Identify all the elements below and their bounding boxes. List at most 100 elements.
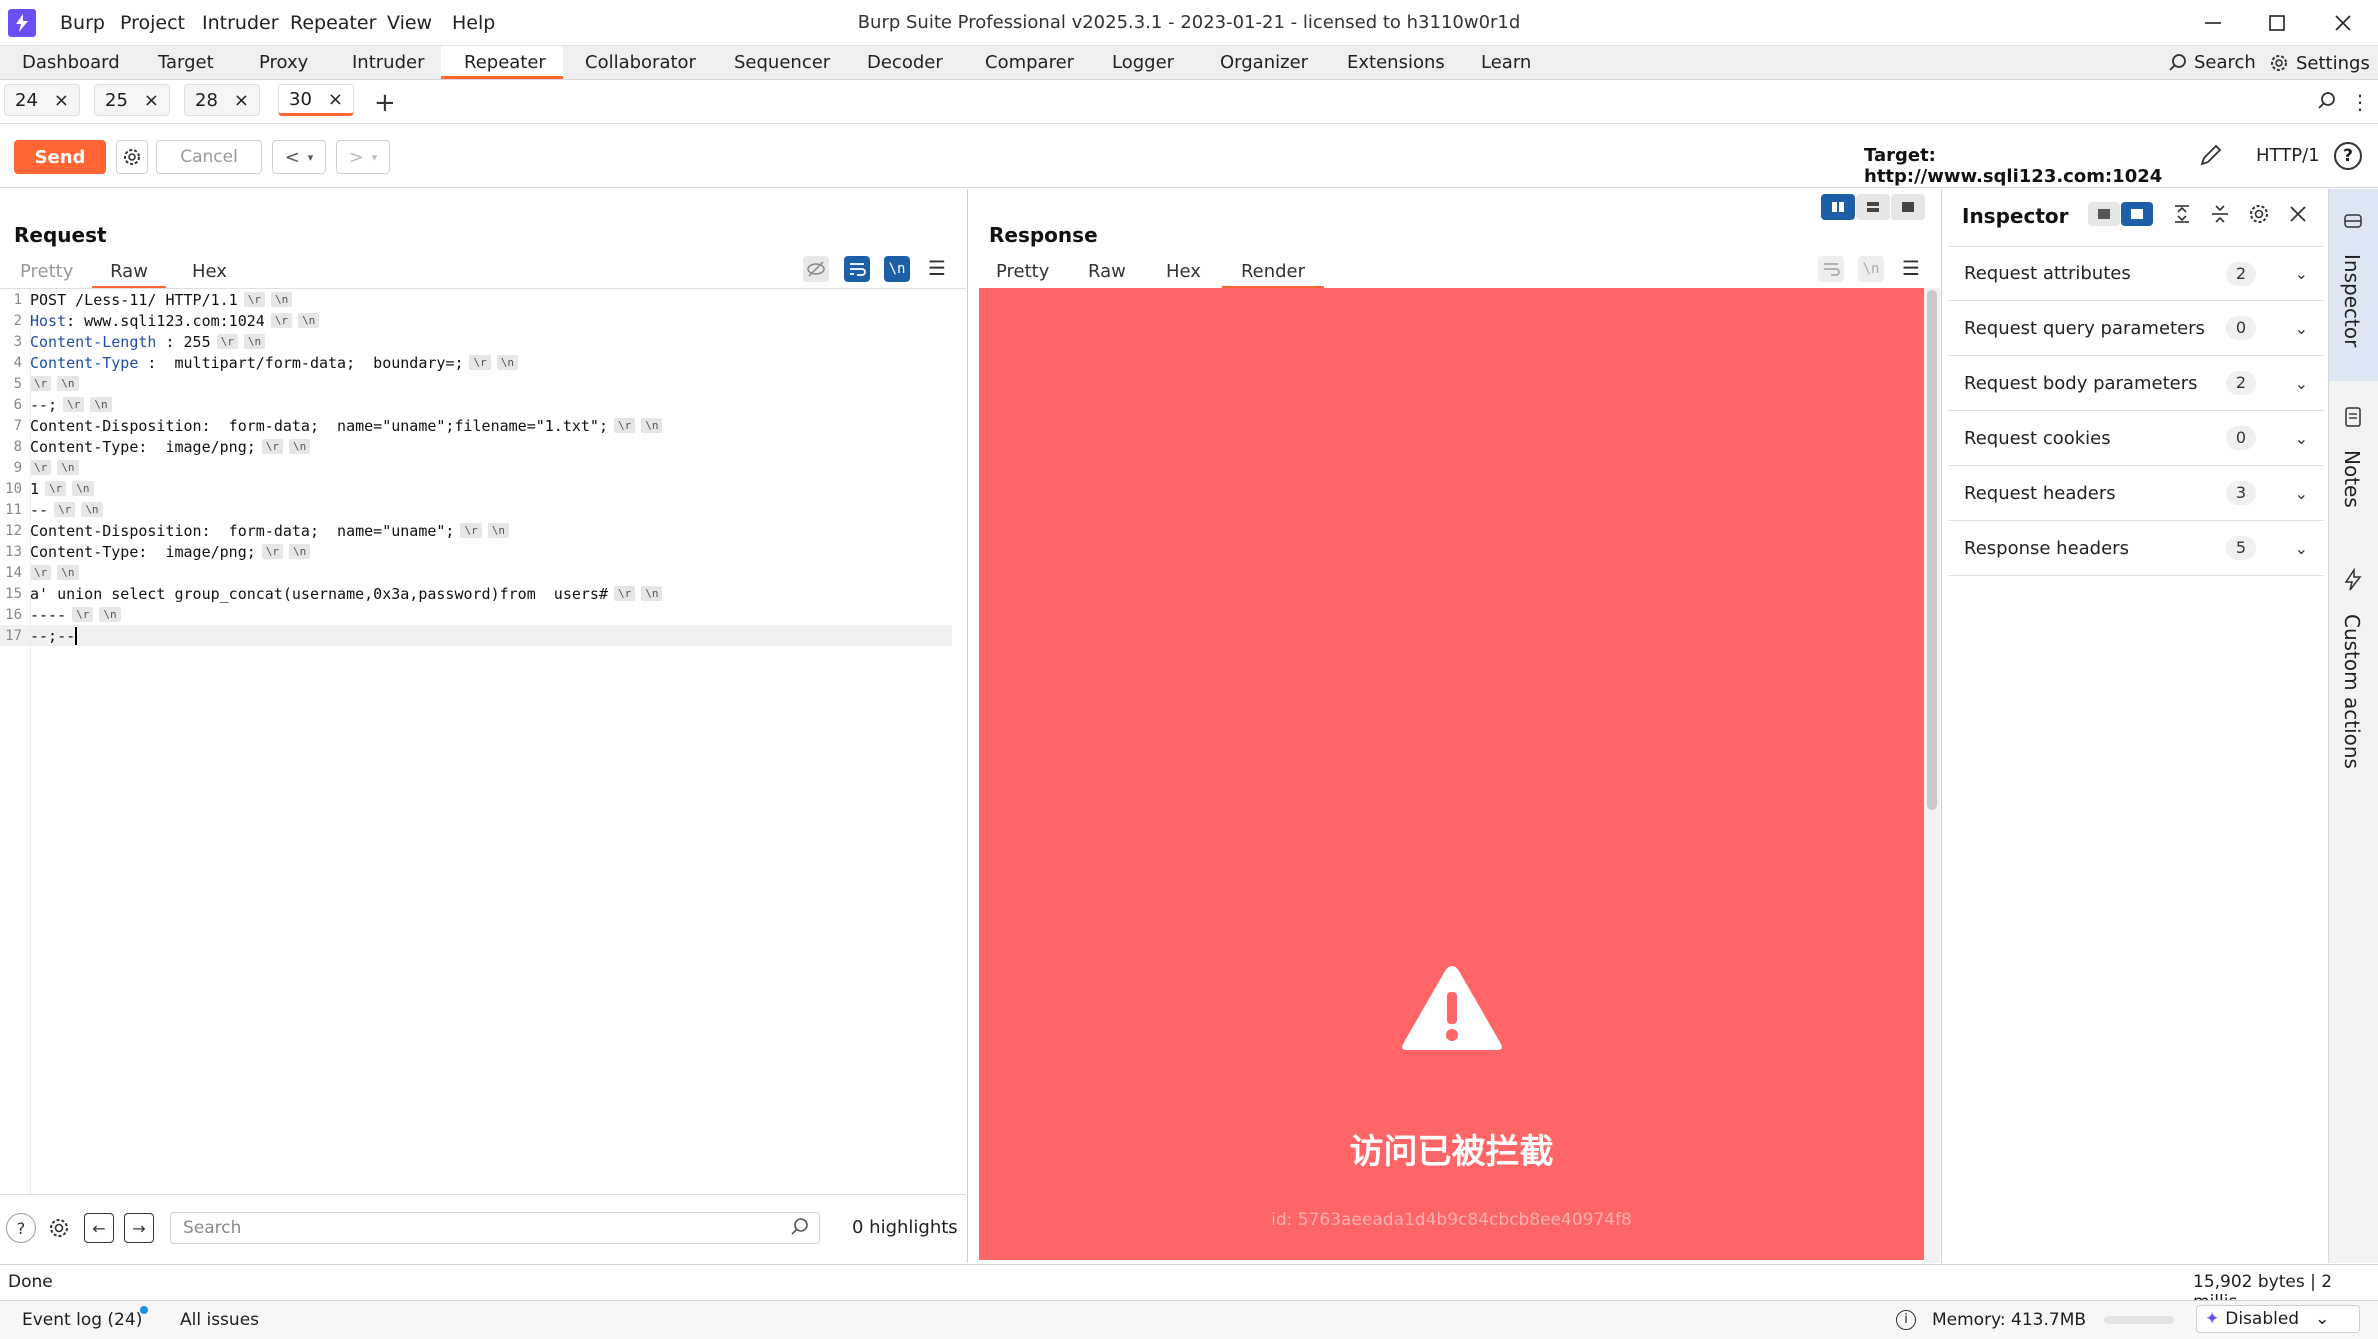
layout-tabs-icon[interactable] (1891, 194, 1925, 220)
tab-repeater[interactable]: Repeater (464, 52, 546, 73)
editor-line: 5 \r \n (0, 373, 952, 394)
chevron-left-icon: < (284, 146, 300, 168)
notes-icon (2342, 406, 2364, 428)
add-tab-icon[interactable]: + (374, 88, 396, 118)
minimize-icon[interactable] (2200, 10, 2226, 36)
editor-line: 4 Content-Type : multipart/form-data; bou… (0, 352, 952, 373)
info-icon[interactable]: i (1896, 1310, 1916, 1330)
layout-split-horizontal-icon[interactable] (1856, 194, 1890, 220)
inspector-row-request-attributes[interactable]: Request attributes 2 ⌄ (1948, 246, 2324, 301)
global-search-button[interactable]: Search (2168, 52, 2256, 73)
repeater-tab-bar (0, 80, 2378, 124)
close-icon[interactable]: × (54, 90, 69, 111)
response-scroll-thumb[interactable] (1927, 290, 1937, 810)
side-rail-custom-actions-label[interactable]: Custom actions (2340, 614, 2364, 769)
request-tab-pretty[interactable]: Pretty (20, 261, 73, 282)
back-history-button[interactable]: < ▾ (272, 140, 326, 174)
show-newlines-icon[interactable]: \n (884, 256, 910, 282)
send-settings-gear-icon[interactable] (116, 140, 148, 174)
tab-logger[interactable]: Logger (1112, 52, 1174, 73)
editor-line: 12 Content-Disposition: form-data; name="… (0, 520, 952, 541)
inspector-row-response-headers[interactable]: Response headers 5 ⌄ (1948, 521, 2324, 576)
response-tab-pretty[interactable]: Pretty (996, 261, 1049, 282)
side-rail-inspector-label[interactable]: Inspector (2340, 254, 2364, 347)
help-icon[interactable]: ? (6, 1213, 36, 1243)
settings-button[interactable]: Settings (2268, 52, 2370, 74)
inspector-row-request-query-parameters[interactable]: Request query parameters 0 ⌄ (1948, 301, 2324, 356)
repeater-tab-active[interactable]: 30 × (278, 84, 354, 116)
side-rail-notes-label[interactable]: Notes (2340, 450, 2364, 508)
show-newlines-icon[interactable]: \n (1858, 256, 1884, 282)
blocked-heading: 访问已被拦截 (1349, 1132, 1554, 1172)
tab-intruder[interactable]: Intruder (352, 52, 424, 73)
forward-history-button[interactable]: > ▾ (336, 140, 390, 174)
request-tab-raw[interactable]: Raw (92, 261, 166, 289)
response-tab-hex[interactable]: Hex (1166, 261, 1201, 282)
close-icon[interactable]: × (234, 90, 249, 111)
arrow-right-icon[interactable]: → (124, 1213, 154, 1243)
inspector-icon (2342, 210, 2364, 232)
inspector-layout-list-icon[interactable] (2088, 202, 2120, 226)
ai-status-dropdown[interactable]: ✦ Disabled ⌄ (2196, 1305, 2360, 1333)
all-issues-link[interactable]: All issues (180, 1310, 259, 1330)
tab-collaborator[interactable]: Collaborator (585, 52, 696, 73)
chevron-down-icon: ⌄ (2294, 373, 2308, 393)
repeater-tab[interactable]: 28 × (184, 84, 260, 116)
request-editor[interactable]: 1 POST /Less-11/ HTTP/1.1 \r \n 2 Host: www.… (0, 289, 968, 1194)
text-cursor (75, 626, 78, 645)
close-icon[interactable] (2286, 202, 2310, 226)
inspector-layout-split-icon[interactable] (2121, 202, 2153, 226)
gear-icon[interactable] (2246, 201, 2272, 227)
inspector-row-label: Response headers (1964, 537, 2129, 559)
tab-dashboard[interactable]: Dashboard (22, 52, 120, 73)
gear-icon[interactable] (44, 1213, 74, 1243)
tab-decoder[interactable]: Decoder (867, 52, 943, 73)
inspector-row-label: Request query parameters (1964, 317, 2205, 339)
tab-target[interactable]: Target (158, 52, 214, 73)
tab-extensions[interactable]: Extensions (1347, 52, 1445, 73)
repeater-tab[interactable]: 25 × (94, 84, 170, 116)
chevron-down-icon: ⌄ (2315, 1309, 2330, 1329)
inspector-row-count: 5 (2226, 536, 2256, 560)
close-window-icon[interactable] (2330, 10, 2356, 36)
response-tab-raw[interactable]: Raw (1088, 261, 1126, 282)
highlights-count: 0 highlights (852, 1217, 958, 1238)
notification-dot (140, 1306, 148, 1314)
repeater-tab[interactable]: 24 × (4, 84, 80, 116)
hamburger-menu-icon[interactable]: ☰ (928, 256, 946, 280)
cancel-button[interactable]: Cancel (156, 140, 262, 174)
http-version-toggle[interactable]: HTTP/1 (2256, 145, 2320, 166)
inspector-row-request-headers[interactable]: Request headers 3 ⌄ (1948, 466, 2324, 521)
tab-comparer[interactable]: Comparer (985, 52, 1074, 73)
layout-split-vertical-icon[interactable] (1821, 194, 1855, 220)
event-log-link[interactable]: Event log (24) (22, 1310, 142, 1330)
hamburger-menu-icon[interactable]: ☰ (1902, 256, 1920, 280)
hide-nonprinting-eye-icon[interactable] (803, 256, 829, 282)
close-icon[interactable]: × (144, 90, 159, 111)
request-search-input[interactable]: Search (170, 1212, 820, 1244)
inspector-row-request-body-parameters[interactable]: Request body parameters 2 ⌄ (1948, 356, 2324, 411)
expand-all-icon[interactable] (2170, 202, 2194, 226)
request-tab-hex[interactable]: Hex (192, 261, 227, 282)
tab-learn[interactable]: Learn (1481, 52, 1531, 73)
collapse-all-icon[interactable] (2208, 202, 2232, 226)
wrap-lines-icon[interactable] (1818, 256, 1844, 282)
sparkle-icon: ✦ (2205, 1309, 2220, 1329)
edit-target-pencil-icon[interactable] (2198, 142, 2224, 168)
tab-sequencer[interactable]: Sequencer (734, 52, 830, 73)
editor-line: 8 Content-Type: image/png; \r \n (0, 436, 952, 457)
inspector-row-count: 2 (2226, 371, 2256, 395)
editor-line: 2 Host: www.sqli123.com:1024 \r \n (0, 310, 952, 331)
more-options-icon[interactable]: ⋮ (2350, 90, 2370, 114)
send-button[interactable]: Send (14, 140, 106, 174)
tab-organizer[interactable]: Organizer (1220, 52, 1308, 73)
help-icon[interactable]: ? (2334, 142, 2362, 170)
inspector-row-request-cookies[interactable]: Request cookies 0 ⌄ (1948, 411, 2324, 466)
maximize-icon[interactable] (2264, 10, 2290, 36)
tab-proxy[interactable]: Proxy (259, 52, 308, 73)
wrap-lines-icon[interactable] (844, 256, 870, 282)
search-tabs-icon[interactable] (2316, 90, 2338, 112)
arrow-left-icon[interactable]: ← (84, 1213, 114, 1243)
response-tab-render[interactable]: Render (1222, 261, 1324, 289)
close-icon[interactable]: × (328, 89, 343, 110)
